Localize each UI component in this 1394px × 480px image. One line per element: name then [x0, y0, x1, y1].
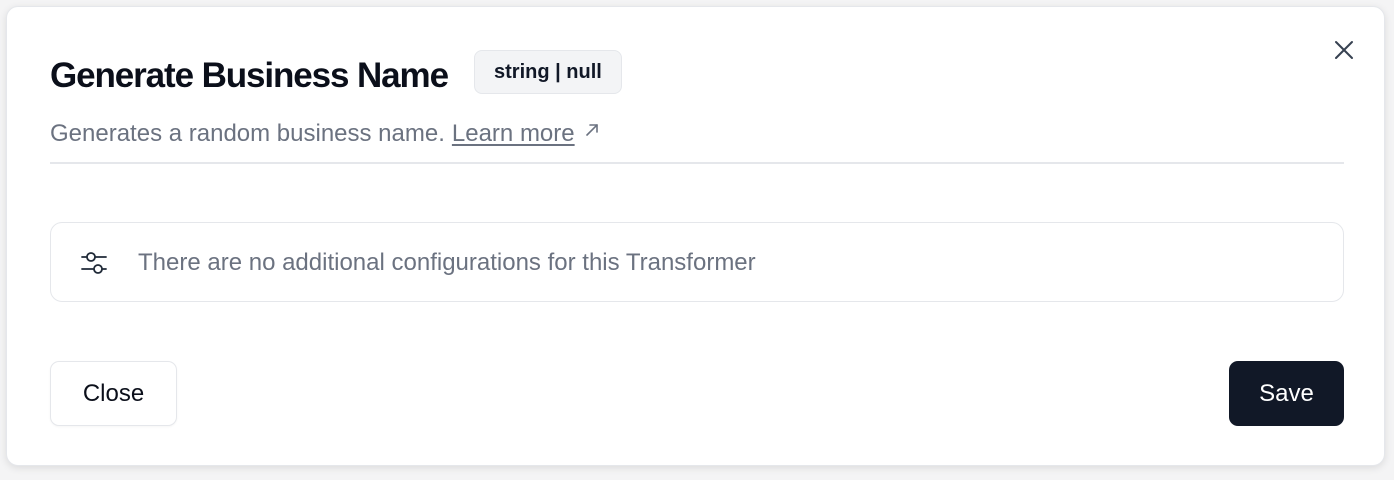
description-text: Generates a random business name. — [50, 120, 445, 147]
learn-more-link[interactable]: Learn more — [452, 118, 575, 150]
close-button[interactable]: Close — [50, 361, 177, 426]
config-message: There are no additional configurations f… — [138, 249, 756, 276]
save-button[interactable]: Save — [1229, 361, 1344, 426]
header-divider — [50, 162, 1344, 164]
dialog-title: Generate Business Name — [50, 56, 449, 95]
sliders-icon — [80, 249, 108, 277]
transformer-dialog: Generate Business Name string | null Gen… — [6, 6, 1385, 466]
close-icon[interactable] — [1332, 38, 1356, 62]
type-badge: string | null — [474, 50, 622, 94]
dialog-description: Generates a random business name. Learn … — [50, 118, 599, 150]
config-panel: There are no additional configurations f… — [50, 222, 1344, 302]
arrow-up-right-icon — [585, 123, 599, 137]
